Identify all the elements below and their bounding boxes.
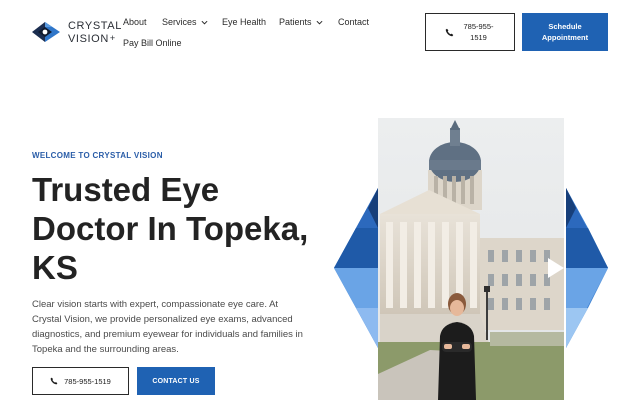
hero-phone-button[interactable]: 785-955-1519 [32,367,129,395]
brand-name-line2: VISION [68,32,122,45]
chevron-down-icon [201,20,208,25]
capitol-photo [378,118,564,400]
nav-patients[interactable]: Patients [279,17,323,27]
brand-logo[interactable]: CRYSTAL VISION [32,19,122,45]
hero-title: Trusted Eye Doctor In Topeka, KS [32,171,309,286]
contact-us-label: CONTACT US [152,377,200,385]
nav-pay-bill[interactable]: Pay Bill Online [123,38,182,48]
nav-services-label: Services [162,17,197,27]
nav-pay-bill-label: Pay Bill Online [123,38,182,48]
brand-name: CRYSTAL VISION [68,20,122,45]
chevron-down-icon [316,20,323,25]
nav-patients-label: Patients [279,17,312,27]
header-phone-label: 785-955-1519 [463,22,494,42]
contact-us-button[interactable]: CONTACT US [137,367,215,395]
diamond-eye-logo-icon [32,22,60,42]
schedule-appointment-button[interactable]: Schedule Appointment [522,13,608,51]
hero-description: Clear vision starts with expert, compass… [32,299,303,355]
hero-image [334,118,608,400]
nav-services[interactable]: Services [162,17,208,27]
phone-icon [50,377,58,385]
hero-phone-label: 785-955-1519 [64,376,111,386]
nav-eye-health[interactable]: Eye Health [222,17,266,27]
nav-about[interactable]: About [123,17,147,27]
nav-contact-label: Contact [338,17,370,27]
nav-about-label: About [123,17,147,27]
nav-contact[interactable]: Contact [338,17,369,27]
nav-eye-health-label: Eye Health [222,17,267,27]
header-phone-button[interactable]: 785-955-1519 [425,13,515,51]
hero-eyebrow: WELCOME TO CRYSTAL VISION [32,151,163,160]
site-header: CRYSTAL VISION About Services Eye Health… [0,0,640,62]
brand-name-line1: CRYSTAL [68,19,122,32]
schedule-appointment-label: Schedule Appointment [541,22,589,42]
phone-icon [445,28,453,36]
